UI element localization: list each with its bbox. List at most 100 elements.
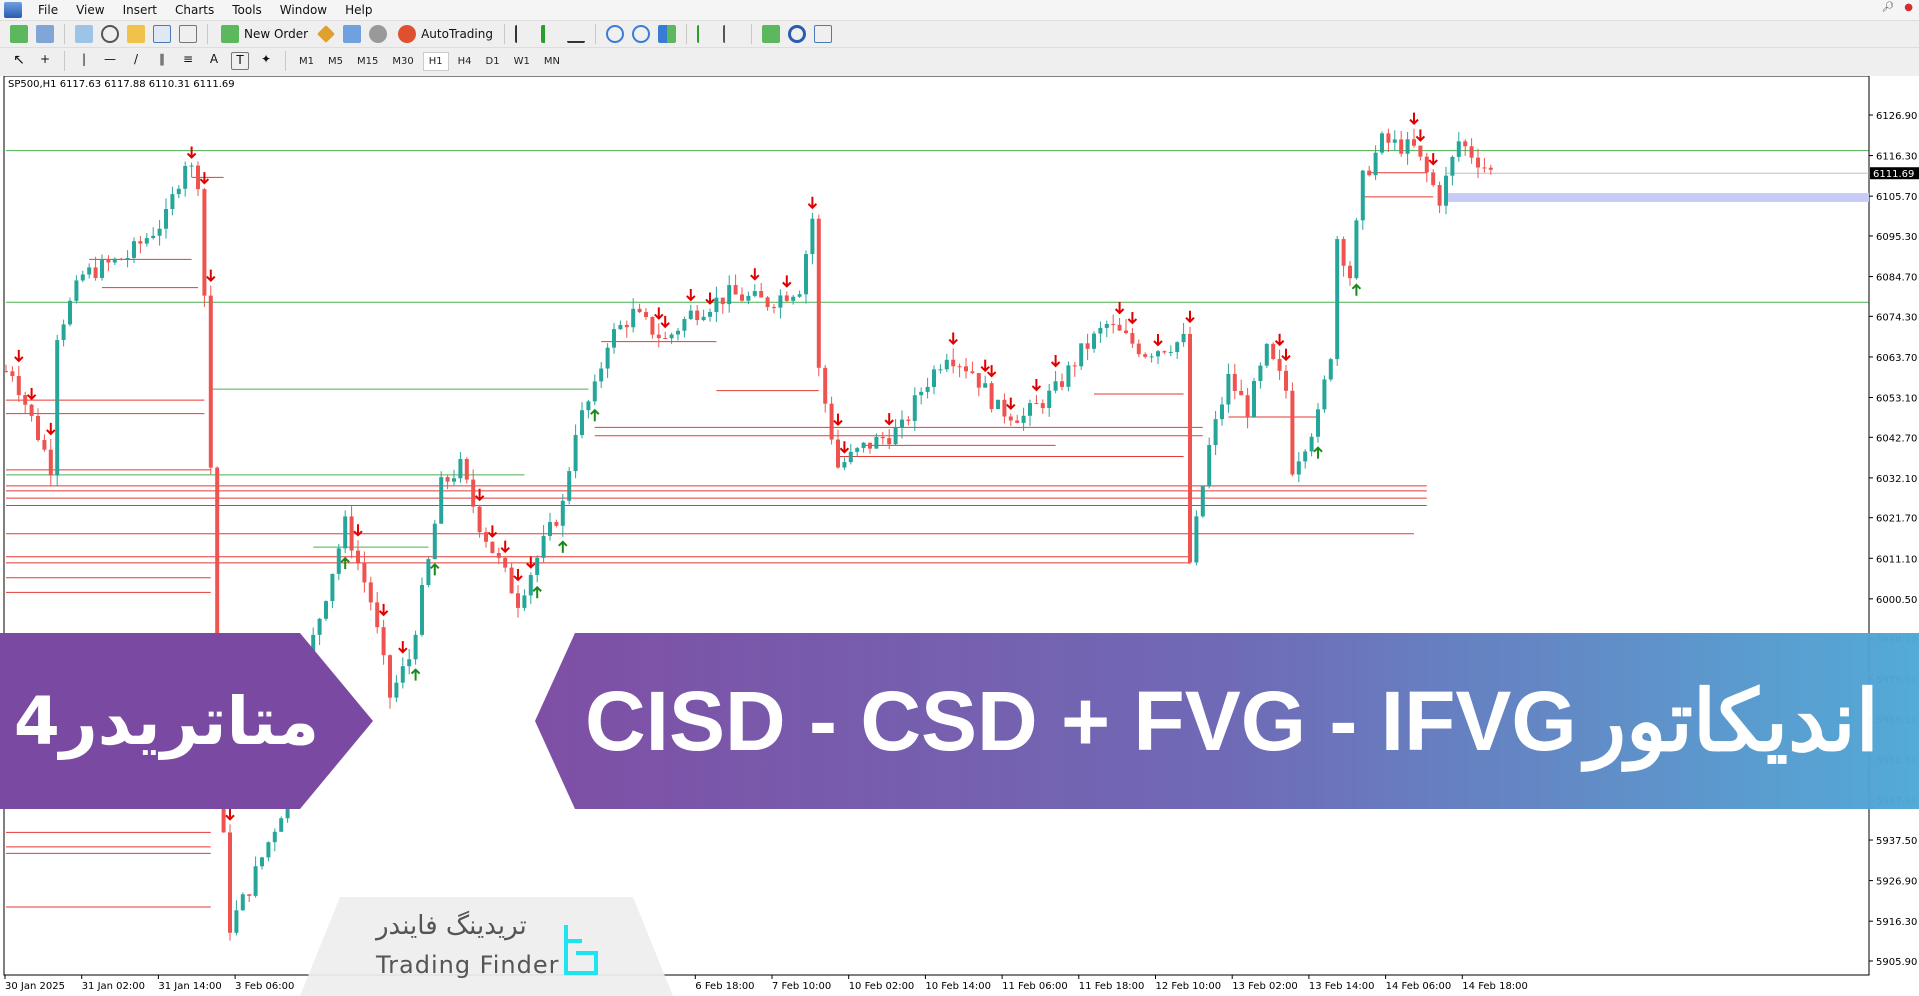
candle-body [1412,139,1416,146]
search-icon[interactable]: 🔎︎ [1882,2,1895,13]
timeframe-m15[interactable]: M15 [352,53,383,70]
candle-body [176,188,181,195]
timeframe-m30[interactable]: M30 [387,53,418,70]
crosshair-tool-icon[interactable]: + [36,52,54,70]
timeframe-h4[interactable]: H4 [453,53,477,70]
candlestick-icon[interactable] [540,25,559,43]
candle-body [1015,420,1020,423]
price-chart[interactable]: 6126.90 6116.30 6105.70 6095.30 6084.70 6074.… [0,76,1919,996]
menu-insert[interactable]: Insert [115,3,167,17]
candle-body [80,274,85,281]
candle-body [426,559,431,586]
market-watch-icon[interactable] [75,25,93,43]
navigator-icon[interactable] [127,25,145,43]
equidistant-channel-icon[interactable]: ∥ [153,52,171,70]
zoom-out-icon[interactable] [631,25,650,43]
candle-body [413,634,418,660]
candle-body [317,618,322,635]
candle-body [1386,133,1391,143]
candle-body [932,369,936,387]
text-label-icon[interactable]: T [231,52,249,70]
price-label: 5916.30 [1876,917,1917,928]
time-label: 3 Feb 06:00 [235,981,294,992]
market-icon[interactable] [369,25,388,43]
candle-body [836,439,840,468]
candle-body [138,241,143,244]
time-label: 13 Feb 14:00 [1309,981,1375,992]
menu-tools[interactable]: Tools [224,3,272,17]
candle-body [1207,445,1212,487]
chart-window[interactable]: SP500,H1 6117.63 6117.88 6110.31 6111.69… [0,76,1919,996]
candle-body [880,436,885,439]
candle-body [106,259,111,263]
tile-windows-icon[interactable] [657,25,676,43]
candle-body [272,831,277,843]
candle-body [247,894,252,896]
signals-icon[interactable] [343,25,362,43]
candle-body [708,311,712,317]
price-label: 6000.50 [1876,595,1917,606]
notifications-icon[interactable]: ● [1904,2,1913,13]
candle-body [797,294,802,297]
metaeditor-icon[interactable] [317,25,336,43]
candle-body [55,340,60,476]
candle-body [1066,365,1071,387]
autotrading-button[interactable]: AutoTrading [393,25,496,43]
indicators-icon[interactable] [761,25,780,43]
timeframe-m1[interactable]: M1 [294,53,319,70]
new-chart-icon[interactable] [10,25,28,43]
candle-body [855,448,860,452]
timeframe-w1[interactable]: W1 [509,53,535,70]
candle-body [637,308,642,313]
text-icon[interactable]: A [205,52,223,70]
price-label: 6116.30 [1876,152,1917,163]
cursor-icon[interactable]: ↖ [10,52,28,70]
candle-body [1469,146,1474,158]
terminal-icon[interactable] [153,25,171,43]
candle-body [906,419,911,421]
bar-chart-icon[interactable] [514,25,533,43]
time-label: 7 Feb 10:00 [772,981,831,992]
chart-shift-icon[interactable] [722,25,741,43]
timeframe-h1[interactable]: H1 [422,51,449,71]
menu-view[interactable]: View [68,3,114,17]
strategy-tester-icon[interactable] [179,25,197,43]
menu-file[interactable]: File [30,3,68,17]
divider [64,51,65,71]
divider [207,24,208,44]
auto-scroll-icon[interactable] [696,25,715,43]
menu-window[interactable]: Window [272,3,337,17]
candle-body [951,359,956,367]
zoom-in-icon[interactable] [605,25,624,43]
horizontal-line-icon[interactable]: — [101,52,119,70]
vertical-line-icon[interactable]: | [75,52,93,70]
timeframe-mn[interactable]: MN [539,53,565,70]
trendline-icon[interactable]: / [127,52,145,70]
candle-body [1296,461,1301,475]
candle-body [650,316,655,335]
crosshair-icon[interactable] [101,25,119,43]
menu-charts[interactable]: Charts [167,3,224,17]
templates-icon[interactable] [813,25,832,43]
candle-body [1341,239,1346,266]
candle-body [1476,157,1480,168]
line-chart-icon[interactable] [566,25,585,43]
arrows-icon[interactable]: ✦ [257,52,275,70]
profiles-icon[interactable] [36,25,54,43]
candle-body [1360,170,1365,221]
candle-body [1258,365,1263,381]
menu-help[interactable]: Help [337,3,382,17]
candle-body [509,567,514,594]
fibonacci-icon[interactable]: ≡ [179,52,197,70]
candle-body [29,404,34,416]
timeframe-d1[interactable]: D1 [481,53,505,70]
timeframe-m5[interactable]: M5 [323,53,348,70]
candle-body [1040,403,1045,409]
candle-body [618,324,623,330]
periods-icon[interactable] [787,25,806,43]
candle-body [669,334,674,339]
price-label: 6042.70 [1876,433,1917,444]
candle-body [420,585,424,635]
new-order-button[interactable]: New Order [216,25,311,43]
trading-finder-logo: تریدینگ فایندر Trading Finder [300,897,673,996]
